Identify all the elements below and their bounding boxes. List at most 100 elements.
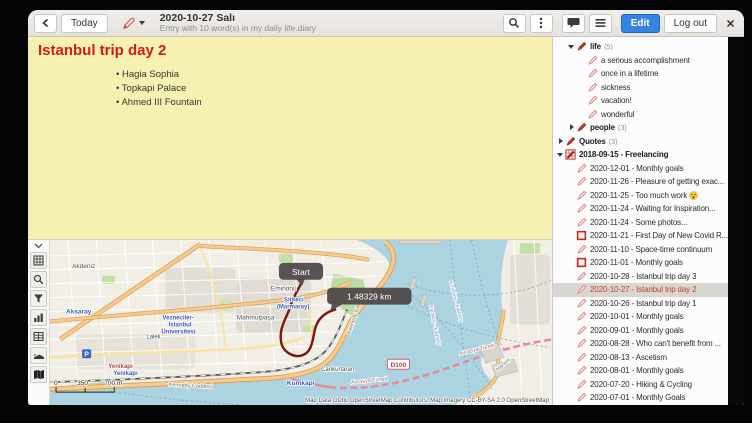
sidebar-entry-label: 2020-07-01 - Monthly Goals [590,393,685,402]
sidebar-entry-label: 2020-11-24 - Some photos... [590,218,687,227]
sidebar-entry[interactable]: 2020-11-24 - Some photos... [553,216,744,230]
map-place-label: Vezneciler- [162,316,193,322]
sidebar-entry[interactable]: 2018-09-15 - Freelancing [553,148,744,162]
data-table-button[interactable] [30,328,47,345]
expander-down-icon[interactable] [556,150,565,159]
pencil-outline-icon [587,55,598,66]
more-options-button[interactable] [530,14,553,33]
sidebar-entry[interactable]: 2020-07-20 - Hiking & Cycling [553,378,744,392]
map-widget: P D100 AkdenizAksarayVezneciler-İstanbul… [28,239,552,405]
sidebar-entry[interactable]: 2020-10-01 - Monthly goals [553,310,744,324]
sidebar-entry-label: Quotes [579,137,606,146]
expander-down-icon[interactable] [567,42,576,51]
sidebar-entry[interactable]: 2020-08-13 - Ascetism [553,351,744,365]
expander-spacer [567,191,576,200]
sidebar-entry-label: 2020-11-10 - Space-time continuum [590,245,712,254]
expander-spacer [567,366,576,375]
close-window-button[interactable] [723,14,738,33]
pencil-outline-icon [576,338,587,349]
parking-badge: P [82,349,91,358]
map-place-label: Akdeniz [72,263,95,270]
expander-spacer [567,177,576,186]
statistics-button[interactable] [30,309,47,326]
sidebar-entry[interactable]: 2020-07-01 - Monthly Goals [553,391,744,405]
speech-bubble-icon [567,17,580,29]
sidebar-entry[interactable]: 2020-09-01 - Monthly goals [553,324,744,338]
expander-spacer [578,96,587,105]
sidebar-entry[interactable]: people(3) [553,121,744,135]
square-icon [576,257,587,268]
svg-text:0: 0 [54,380,58,387]
sidebar-entry[interactable]: life(5) [553,40,744,54]
entry-tools-menubutton[interactable] [118,14,148,33]
sidebar-entry-label: 2020-10-28 - Istanbul trip day 3 [590,272,696,281]
table-icon [33,331,44,342]
frowning-face-icon [689,191,698,200]
sidebar-entry[interactable]: 2020-08-01 - Monthly goals [553,364,744,378]
back-button[interactable] [34,14,57,33]
sidebar-entry[interactable]: 2020-10-26 - Istanbul trip day 1 [553,297,744,311]
map-view-button[interactable] [30,366,47,383]
chevron-left-icon [41,18,51,28]
sidebar-entry-label: 2020-08-01 - Monthly goals [590,366,684,375]
sidebar-entry[interactable]: wonderful [553,108,744,122]
square-icon [576,230,587,241]
sidebar-entry[interactable]: 2020-11-21 - First Day of New Covid R... [553,229,744,243]
sidebar-entry[interactable]: Quotes(3) [553,135,744,149]
map-svg: P D100 AkdenizAksarayVezneciler-İstanbul… [50,240,552,405]
pencil-solid-icon [576,122,587,133]
toolbar-collapse-button[interactable] [28,241,49,251]
chapter-icon [565,149,576,160]
map-search-button[interactable] [30,271,47,288]
entry-text-view[interactable]: Istanbul trip day 2 Hagia Sophia Topkapi… [28,37,552,239]
search-button[interactable] [503,14,526,33]
sidebar-entry-label: 2018-09-15 - Freelancing [579,150,668,159]
waypoint-grid-button[interactable] [30,252,47,269]
comments-button[interactable] [562,14,585,33]
sidebar-entry[interactable]: 2020-08-28 - Who can't benefit from ... [553,337,744,351]
pencil-outline-icon [576,379,587,390]
menu-button[interactable] [589,14,612,33]
sidebar-entry[interactable]: once in a lifetime [553,67,744,81]
sidebar-entry[interactable]: 2020-11-26 - Pleasure of getting exac... [553,175,744,189]
filter-button[interactable] [30,290,47,307]
today-button[interactable]: Today [61,14,108,33]
bullet-item: Hagia Sophia [116,68,542,82]
edit-button[interactable]: Edit [621,14,660,33]
pencil-outline-icon [576,190,587,201]
content-area: Istanbul trip day 2 Hagia Sophia Topkapi… [28,37,744,405]
sidebar-entry[interactable]: 2020-11-24 - Waiting for Inspiration... [553,202,744,216]
expander-spacer [567,164,576,173]
expander-right-icon[interactable] [556,137,565,146]
sidebar-entry[interactable]: 2020-12-01 - Monthly goals [553,162,744,176]
map-place-label: Yenikapı [108,364,133,370]
sidebar-entry[interactable]: 2020-03-18 - Some stats [553,405,744,406]
sidebar-entry[interactable]: 2020-11-25 - Too much work [553,189,744,203]
pencil-outline-icon [576,298,587,309]
expander-right-icon[interactable] [567,123,576,132]
pencil-outline-icon [576,203,587,214]
sidebar-entry[interactable]: 2020-11-10 - Space-time continuum [553,243,744,257]
sidebar-entry[interactable]: sickness [553,81,744,95]
sidebar-entry[interactable]: a serious accomplishment [553,54,744,68]
pencil-outline-icon [576,217,587,228]
sidebar-entry-label: 2020-11-26 - Pleasure of getting exac... [590,177,724,186]
chevron-down-icon [34,243,43,249]
sidebar-entry[interactable]: 2020-10-27 - Istanbul trip day 2 [553,283,744,297]
logout-button[interactable]: Log out [664,14,717,33]
close-icon [726,19,735,28]
shoe-icon [33,350,45,361]
grid-icon [33,255,44,266]
activity-button[interactable] [30,347,47,364]
sidebar-entry-label: 2020-11-21 - First Day of New Covid R... [590,231,728,240]
pencil-outline-icon [576,244,587,255]
sidebar-entry[interactable]: vacation! [553,94,744,108]
map-canvas[interactable]: P D100 AkdenizAksarayVezneciler-İstanbul… [50,240,552,405]
map-place-label: Laleli [146,334,160,340]
sidebar-entry[interactable]: 2020-10-28 - Istanbul trip day 3 [553,270,744,284]
expander-spacer [567,285,576,294]
sidebar-entry[interactable]: 2020-11-01 - Monthly goals [553,256,744,270]
sidebar-entry-label: sickness [601,83,630,92]
app-window: Today 2020-10-27 Salı Entry with 10 word… [28,10,744,405]
map-icon [33,369,45,380]
